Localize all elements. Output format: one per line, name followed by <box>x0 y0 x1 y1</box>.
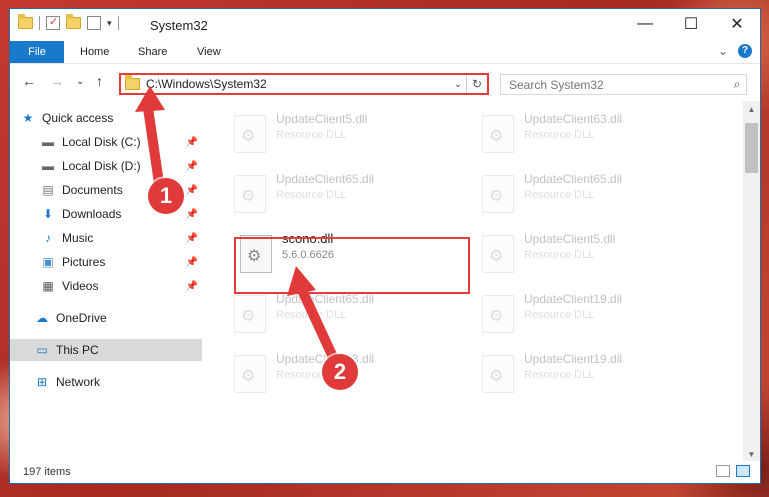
arrow-2-head <box>287 266 316 296</box>
step-2-badge: 2 <box>322 354 358 390</box>
step-1-badge: 1 <box>148 178 184 214</box>
arrow-1-head <box>135 86 165 112</box>
annotation-arrows <box>135 86 343 373</box>
arrow-1-shaft <box>143 103 165 195</box>
